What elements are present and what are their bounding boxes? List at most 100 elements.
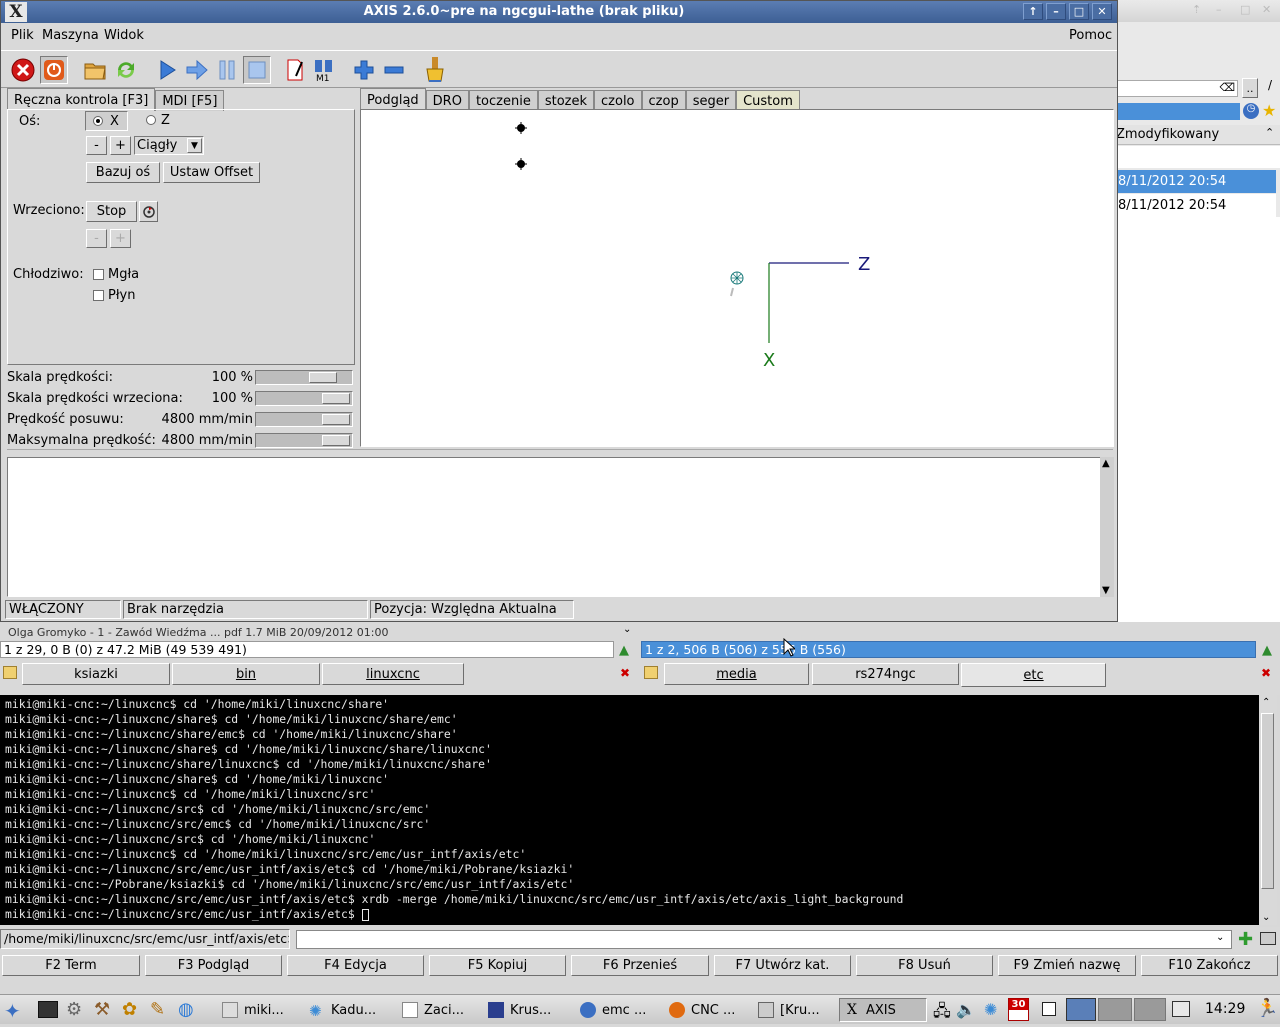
- f2-term-button[interactable]: F2 Term: [2, 955, 140, 976]
- run-icon[interactable]: [153, 56, 181, 84]
- right-panel-up-icon[interactable]: ▲: [1262, 643, 1272, 658]
- tab-seger[interactable]: seger: [685, 90, 737, 111]
- f7-mkdir-button[interactable]: F7 Utwórz kat.: [714, 955, 851, 976]
- jog-mode-select[interactable]: Ciągły ▼: [134, 136, 204, 155]
- axis-x-radio[interactable]: X: [85, 111, 128, 131]
- left-tab-bin[interactable]: bin: [172, 663, 320, 685]
- dropdown-arrow-icon[interactable]: ▼: [187, 138, 202, 153]
- f8-delete-button[interactable]: F8 Usuń: [856, 955, 993, 976]
- reload-icon[interactable]: [112, 56, 140, 84]
- task-krus2[interactable]: [Kru...: [754, 998, 834, 1022]
- bg-close-icon[interactable]: ✕: [1262, 3, 1280, 19]
- command-input[interactable]: [296, 930, 1232, 949]
- chevron-down-icon[interactable]: ⌄: [623, 624, 631, 635]
- menu-help[interactable]: Pomoc: [1069, 28, 1112, 43]
- task-krus[interactable]: Krus...: [484, 998, 570, 1022]
- tab-manual[interactable]: Ręczna kontrola [F3]: [7, 88, 156, 111]
- show-desktop-icon[interactable]: [1042, 1002, 1056, 1016]
- scroll-up-icon[interactable]: ⌃: [1262, 697, 1270, 708]
- f5-copy-button[interactable]: F5 Kopiuj: [429, 955, 566, 976]
- minimize-icon[interactable]: –: [1046, 3, 1066, 20]
- workspace-1[interactable]: [1066, 998, 1096, 1021]
- zoom-in-icon[interactable]: [350, 56, 378, 84]
- block-delete-icon[interactable]: [282, 56, 310, 84]
- workspace-3[interactable]: [1134, 998, 1166, 1021]
- tab-custom[interactable]: Custom: [736, 90, 800, 111]
- tab-mdi[interactable]: MDI [F5]: [155, 90, 225, 111]
- calendar-icon[interactable]: 30: [1008, 998, 1029, 1021]
- slider-knob[interactable]: [322, 414, 350, 425]
- f10-quit-button[interactable]: F10 Zakończ: [1141, 955, 1278, 976]
- weather-icon[interactable]: ✺: [984, 1000, 997, 1019]
- star-icon[interactable]: ★: [1262, 101, 1280, 120]
- f6-move-button[interactable]: F6 Przenieś: [571, 955, 709, 976]
- menu-machine[interactable]: Maszyna: [42, 28, 99, 43]
- workspace-2[interactable]: [1098, 998, 1132, 1021]
- jog-minus-button[interactable]: -: [86, 136, 107, 155]
- pause-icon[interactable]: [213, 56, 241, 84]
- start-menu-icon[interactable]: ✦: [4, 999, 21, 1023]
- bg-up-icon[interactable]: ⇡: [1192, 3, 1210, 19]
- bg-column-header[interactable]: Zmodyfikowany ⌃: [1110, 125, 1280, 145]
- add-icon[interactable]: ✚: [1238, 929, 1253, 950]
- left-tab-linuxcnc[interactable]: linuxcnc: [322, 663, 464, 685]
- clear-plot-icon[interactable]: [421, 56, 449, 84]
- zoom-out-icon[interactable]: [380, 56, 408, 84]
- bg-address-bar[interactable]: [1110, 103, 1240, 120]
- axis-z-radio[interactable]: Z: [141, 111, 184, 131]
- network-icon[interactable]: 🖧: [933, 1000, 951, 1027]
- mist-checkbox[interactable]: [93, 269, 104, 280]
- task-cnc[interactable]: CNC ...: [665, 998, 749, 1022]
- task-kadu[interactable]: ✺ Kadu...: [305, 998, 390, 1022]
- right-tab-media[interactable]: media: [664, 663, 809, 685]
- menu-view[interactable]: Widok: [104, 28, 144, 43]
- right-tab-rs274ngc[interactable]: rs274ngc: [812, 663, 959, 685]
- open-folder-icon[interactable]: [81, 56, 109, 84]
- preview-canvas[interactable]: Z X: [360, 109, 1114, 447]
- maximize-icon[interactable]: □: [1069, 3, 1089, 20]
- feed-override-slider[interactable]: [255, 370, 353, 385]
- spindle-override-slider[interactable]: [255, 391, 353, 406]
- spindle-stop-button[interactable]: Stop: [86, 201, 137, 222]
- home-axis-button[interactable]: Bazuj oś: [86, 162, 160, 183]
- terminal-launcher-icon[interactable]: [38, 1001, 58, 1018]
- jog-plus-button[interactable]: +: [110, 136, 131, 155]
- volume-icon[interactable]: 🔈: [956, 1000, 976, 1019]
- messages-text[interactable]: [7, 457, 1106, 597]
- spindle-faster-button[interactable]: +: [110, 229, 131, 248]
- close-tab-left-icon[interactable]: ✖: [618, 666, 632, 680]
- new-tab-left-icon[interactable]: [3, 666, 17, 679]
- bg-search-input[interactable]: ⌫: [1114, 80, 1238, 97]
- user-status-icon[interactable]: 🏃: [1256, 998, 1278, 1019]
- f9-rename-button[interactable]: F9 Zmień nazwę: [998, 955, 1136, 976]
- tab-dro[interactable]: DRO: [425, 90, 469, 111]
- kde-launcher-icon[interactable]: ✿: [122, 999, 137, 1020]
- estop-button[interactable]: [9, 56, 37, 84]
- clock-icon[interactable]: ◷: [1243, 103, 1259, 119]
- stop-icon[interactable]: [243, 56, 271, 84]
- messages-scrollbar[interactable]: ▲ ▼: [1100, 457, 1114, 597]
- terminal-toggle-icon[interactable]: [1260, 932, 1276, 945]
- tab-czop[interactable]: czop: [641, 90, 686, 111]
- tab-toczenie[interactable]: toczenie: [468, 90, 538, 111]
- slider-knob[interactable]: [322, 393, 350, 404]
- tab-czolo[interactable]: czolo: [594, 90, 642, 111]
- close-icon[interactable]: ✕: [1092, 3, 1112, 20]
- bg-maximize-icon[interactable]: □: [1240, 3, 1258, 19]
- f4-edit-button[interactable]: F4 Edycja: [287, 955, 424, 976]
- close-tab-right-icon[interactable]: ✖: [1259, 666, 1273, 680]
- step-icon[interactable]: [183, 56, 211, 84]
- tab-stozek[interactable]: stozek: [537, 90, 595, 111]
- tab-preview[interactable]: Podgląd: [360, 88, 426, 111]
- flood-checkbox[interactable]: [93, 290, 104, 301]
- scroll-up-icon[interactable]: ▲: [1102, 458, 1110, 469]
- scroll-thumb[interactable]: [1261, 713, 1274, 889]
- f3-view-button[interactable]: F3 Podgląd: [145, 955, 282, 976]
- task-miki[interactable]: miki...: [218, 998, 298, 1022]
- settings-launcher-icon[interactable]: ⚙: [66, 999, 82, 1020]
- max-velocity-slider[interactable]: [255, 433, 353, 448]
- terminal[interactable]: miki@miki-cnc:~/linuxcnc$ cd '/home/miki…: [0, 695, 1259, 925]
- right-tab-etc[interactable]: etc: [961, 663, 1106, 687]
- scroll-down-icon[interactable]: ⌄: [1262, 912, 1270, 923]
- menu-file[interactable]: Plik: [11, 28, 34, 43]
